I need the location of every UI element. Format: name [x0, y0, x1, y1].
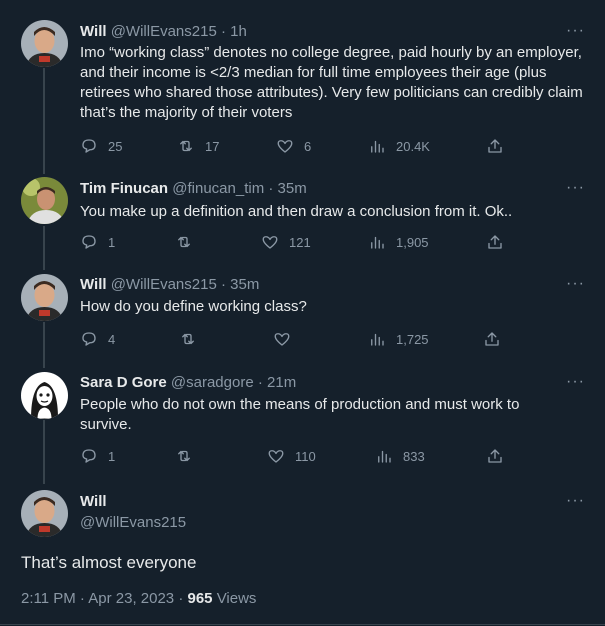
like-count: 6: [304, 138, 312, 154]
author-name[interactable]: Sara D Gore: [80, 374, 167, 391]
tweet[interactable]: Tim Finucan @finucan_tim · 35m ··· You m…: [0, 170, 605, 268]
retweet-icon: [178, 236, 190, 248]
views-count: 20.4K: [396, 138, 430, 154]
retweet-button[interactable]: [175, 446, 203, 466]
views-button[interactable]: 833: [375, 446, 425, 466]
views-count: 1,905: [396, 234, 429, 250]
tweet-text: Imo “working class” denotes no college d…: [80, 44, 583, 121]
more-icon[interactable]: ···: [566, 23, 585, 39]
retweet-icon: [180, 140, 192, 152]
tweet-header: Tim Finucan @finucan_tim · 35m: [80, 180, 307, 198]
reply-button[interactable]: 1: [80, 232, 115, 252]
like-button[interactable]: 121: [261, 232, 311, 252]
avatar[interactable]: [21, 177, 68, 224]
retweet-button[interactable]: [175, 232, 203, 252]
share-icon: [488, 449, 502, 463]
tweet-text: How do you define working class?: [80, 298, 307, 315]
share-button[interactable]: [486, 446, 514, 466]
tweet-meta: 2:11 PM · Apr 23, 2023 · 965 Views: [21, 590, 256, 607]
share-icon: [488, 235, 502, 249]
share-button[interactable]: [483, 329, 511, 349]
reply-count: 25: [108, 138, 123, 154]
reply-button[interactable]: 25: [80, 136, 122, 156]
reply-button[interactable]: 4: [80, 329, 115, 349]
share-button[interactable]: [486, 232, 514, 252]
views-label: Views: [216, 590, 257, 607]
share-icon: [485, 332, 499, 346]
retweet-button[interactable]: [179, 329, 207, 349]
tweet-header: Sara D Gore @saradgore · 21m: [80, 374, 296, 392]
tweet-time[interactable]: · 1h: [221, 23, 247, 40]
views-button[interactable]: 20.4K: [368, 136, 430, 156]
reply-icon: [82, 332, 96, 346]
heart-icon: [268, 450, 284, 463]
tweet[interactable]: Will @WillEvans215 · 1h ··· Imo “working…: [0, 0, 605, 170]
views-count: 1,725: [396, 331, 429, 347]
author-handle[interactable]: @WillEvans215: [111, 23, 217, 40]
avatar[interactable]: [21, 274, 68, 321]
like-button[interactable]: 110: [267, 446, 316, 466]
like-button[interactable]: [273, 329, 301, 349]
author-name[interactable]: Tim Finucan: [80, 180, 168, 197]
author-handle[interactable]: @saradgore: [171, 374, 254, 391]
reply-icon: [82, 139, 96, 153]
author-handle[interactable]: @finucan_tim: [172, 180, 264, 197]
timestamp[interactable]: 2:11 PM · Apr 23, 2023 ·: [21, 590, 183, 607]
action-bar: 4 1,725: [80, 329, 520, 349]
like-button[interactable]: 6: [276, 136, 311, 156]
heart-icon: [262, 236, 278, 249]
tweet-text: You make up a definition and then draw a…: [80, 203, 513, 220]
avatar[interactable]: [21, 490, 68, 537]
author-handle[interactable]: @WillEvans215: [111, 276, 217, 293]
more-icon[interactable]: ···: [566, 374, 585, 390]
views-button[interactable]: 1,725: [368, 329, 429, 349]
share-button[interactable]: [486, 136, 514, 156]
avatar[interactable]: [21, 20, 68, 67]
more-icon[interactable]: ···: [566, 276, 585, 292]
like-count: 110: [295, 448, 316, 464]
tweet-time[interactable]: · 35m: [268, 180, 306, 197]
tweet[interactable]: Sara D Gore @saradgore · 21m ··· People …: [0, 368, 605, 484]
tweet-header: Will @WillEvans215 · 35m: [80, 276, 259, 294]
views-icon: [371, 236, 384, 249]
share-icon: [488, 139, 502, 153]
more-icon[interactable]: ···: [566, 180, 585, 196]
action-bar: 1 110 833: [80, 446, 520, 466]
views-button[interactable]: 1,905: [368, 232, 429, 252]
reply-button[interactable]: 1: [80, 446, 115, 466]
action-bar: 25 17 6 20.4K: [80, 136, 520, 156]
like-count: 121: [289, 234, 311, 250]
retweet-icon: [182, 333, 194, 345]
views-icon: [378, 450, 391, 463]
action-bar: 1 121 1,905: [80, 232, 520, 252]
reply-count: 1: [108, 448, 116, 464]
reply-count: 1: [108, 234, 116, 250]
author-name[interactable]: Will: [80, 493, 107, 510]
retweet-icon: [178, 450, 190, 462]
retweet-button[interactable]: 17: [177, 136, 219, 156]
tweet-time[interactable]: · 21m: [258, 374, 296, 391]
reply-count: 4: [108, 331, 116, 347]
tweet-header: Will @WillEvans215 · 1h: [80, 23, 247, 41]
tweet-text: People who do not own the means of produ…: [80, 396, 520, 433]
heart-icon: [274, 333, 290, 346]
reply-icon: [82, 449, 96, 463]
views-icon: [371, 140, 384, 153]
author-handle[interactable]: @WillEvans215: [80, 514, 186, 531]
views-count: 833: [403, 448, 425, 464]
author-name[interactable]: Will: [80, 276, 107, 293]
divider: [0, 624, 605, 625]
heart-icon: [277, 140, 293, 153]
reply-icon: [82, 235, 96, 249]
views-count: 965: [187, 590, 213, 607]
views-icon: [371, 333, 384, 346]
tweet[interactable]: Will @WillEvans215 · 35m ··· How do you …: [0, 268, 605, 368]
avatar[interactable]: [21, 372, 68, 419]
more-icon[interactable]: ···: [566, 493, 585, 509]
tweet-time[interactable]: · 35m: [221, 276, 259, 293]
retweet-count: 17: [205, 138, 220, 154]
main-tweet-text: That’s almost everyone: [21, 553, 197, 572]
author-name[interactable]: Will: [80, 23, 107, 40]
